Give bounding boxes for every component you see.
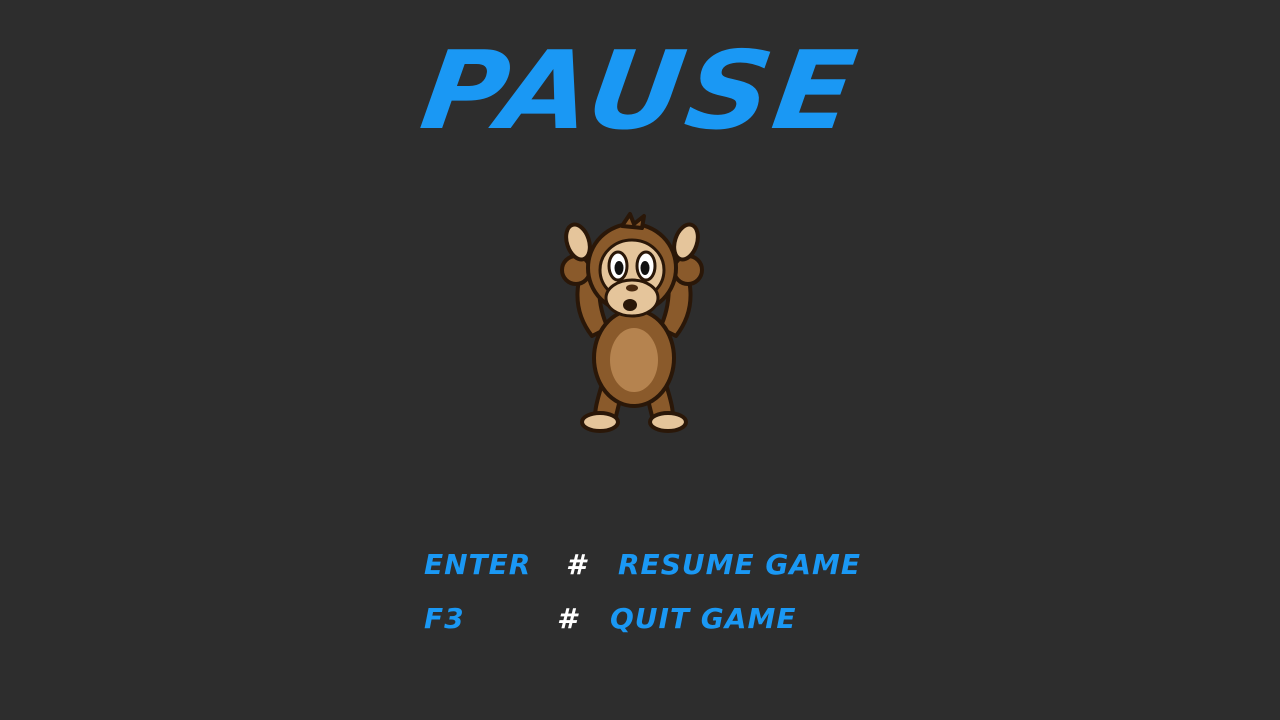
control-separator: # [566,548,587,581]
control-key-f3: F3 [424,602,465,635]
pause-screen: PAUSE ENTER # RESUME GAME F3 # QUIT GAME [0,0,1280,720]
monkey-hands-up-icon [560,212,704,433]
resume-game-action[interactable]: RESUME GAME [618,548,861,582]
quit-game-action[interactable]: QUIT GAME [610,602,796,636]
pause-title: PAUSE [414,29,867,154]
control-separator: # [557,602,578,635]
control-key-enter: ENTER [424,548,532,581]
